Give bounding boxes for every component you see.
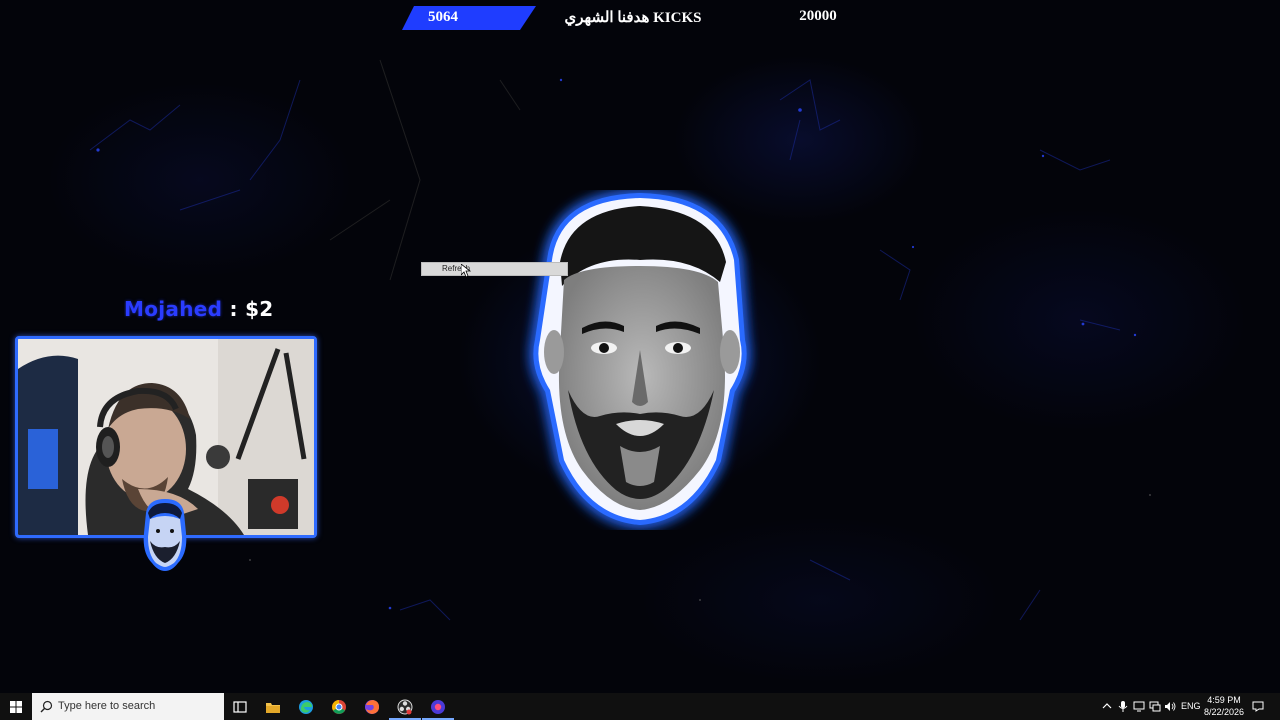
streamer-avatar-logo <box>533 192 747 526</box>
goal-target-value: 20000 <box>799 8 837 24</box>
firefox-icon <box>365 700 379 714</box>
edge-icon <box>299 700 313 714</box>
language-indicator[interactable]: ENG <box>1181 701 1201 711</box>
search-input[interactable] <box>58 698 218 714</box>
clock-time[interactable]: 4:59 PM <box>1202 695 1246 705</box>
taskbar-search-box[interactable] <box>32 693 224 720</box>
context-menu: Refresh <box>421 262 568 276</box>
taskbar-obs[interactable] <box>389 697 421 720</box>
network-icon[interactable] <box>1149 701 1161 712</box>
streaming-app-icon <box>431 700 445 714</box>
donor-name: Mojahed <box>124 297 223 321</box>
taskbar-file-explorer[interactable] <box>263 697 283 717</box>
microphone-icon[interactable] <box>1118 701 1128 712</box>
display-icon[interactable] <box>1133 701 1145 712</box>
donation-alert: Mojahed : $2 <box>124 297 274 321</box>
clock-date[interactable]: 8/22/2026 <box>1202 707 1246 717</box>
taskbar-firefox[interactable] <box>362 697 382 717</box>
start-button[interactable] <box>0 693 32 720</box>
system-tray <box>1098 693 1182 720</box>
donor-amount: $2 <box>245 297 274 321</box>
obs-icon <box>397 699 413 715</box>
streamer-avatar-small-logo <box>143 499 187 571</box>
desktop-background: 5064 هدفنا الشهري KICKS 20000 Refresh Mo… <box>0 0 1280 693</box>
task-view-icon <box>233 701 247 713</box>
mouse-cursor-icon <box>461 264 471 278</box>
notifications-icon[interactable] <box>1252 701 1264 712</box>
goal-current-badge: 5064 <box>402 6 536 30</box>
windows-logo-icon <box>10 701 22 713</box>
taskbar-chrome[interactable] <box>329 697 349 717</box>
taskbar-streaming-app[interactable] <box>422 697 454 720</box>
goal-title: هدفنا الشهري KICKS <box>564 10 702 26</box>
volume-icon[interactable] <box>1164 701 1176 712</box>
chrome-icon <box>332 700 346 714</box>
taskbar-edge[interactable] <box>296 697 316 717</box>
task-view-button[interactable] <box>230 697 250 717</box>
goal-current-value: 5064 <box>428 9 458 25</box>
taskbar: ENG 4:59 PM 8/22/2026 <box>0 693 1280 720</box>
search-icon <box>40 700 53 713</box>
show-hidden-icons-chevron-up-icon[interactable] <box>1102 701 1112 711</box>
file-explorer-icon <box>266 703 280 713</box>
donor-separator: : <box>229 297 238 321</box>
